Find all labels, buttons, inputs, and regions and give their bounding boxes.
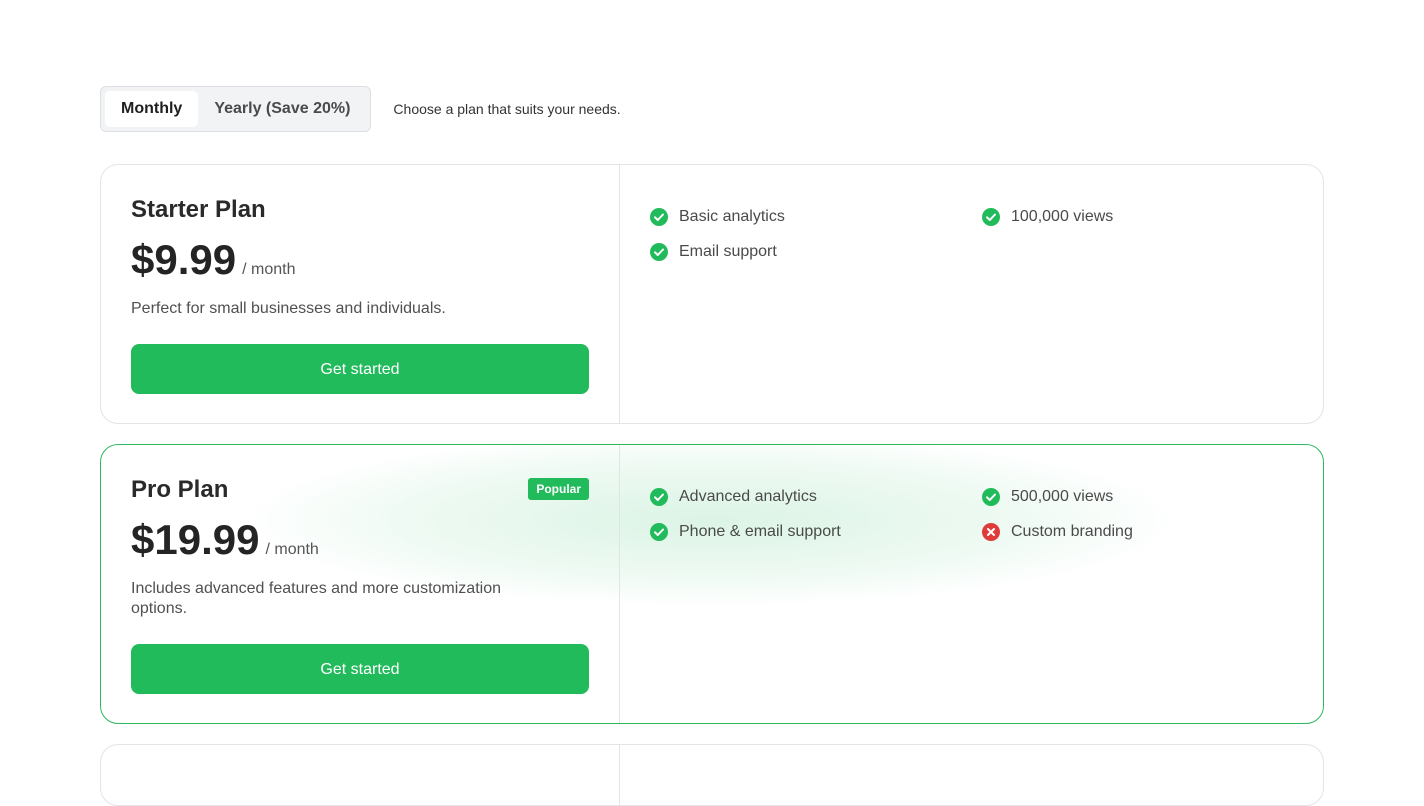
plan-price: $9.99 bbox=[131, 236, 237, 283]
plan-description: Perfect for small businesses and individ… bbox=[131, 300, 446, 317]
plan-summary: Starter Plan $9.99 / month Perfect for s… bbox=[101, 165, 620, 423]
get-started-button[interactable]: Get started bbox=[131, 644, 589, 694]
price-row: $19.99 / month bbox=[131, 515, 589, 565]
feature-label: Basic analytics bbox=[679, 208, 785, 225]
price-row: $9.99 / month bbox=[131, 235, 589, 285]
plan-card-next bbox=[100, 744, 1324, 806]
plan-name: Pro Plan bbox=[131, 476, 229, 503]
check-circle-icon bbox=[982, 208, 1000, 226]
get-started-button[interactable]: Get started bbox=[131, 344, 589, 394]
feature-item: 500,000 views bbox=[982, 487, 1282, 507]
toggle-caption: Choose a plan that suits your needs. bbox=[393, 101, 621, 117]
feature-item: Phone & email support bbox=[650, 522, 982, 542]
plan-name: Starter Plan bbox=[131, 196, 266, 223]
billing-toggle: Monthly Yearly (Save 20%) bbox=[100, 86, 372, 132]
feature-label: Email support bbox=[679, 243, 777, 260]
feature-label: Advanced analytics bbox=[679, 488, 817, 505]
plan-features bbox=[620, 745, 1323, 805]
feature-item: Custom branding bbox=[982, 522, 1282, 542]
feature-label: Phone & email support bbox=[679, 523, 841, 540]
plan-card-starter: Starter Plan $9.99 / month Perfect for s… bbox=[100, 164, 1324, 424]
feature-item: Advanced analytics bbox=[650, 487, 982, 507]
toggle-monthly[interactable]: Monthly bbox=[105, 91, 199, 127]
popular-badge: Popular bbox=[528, 478, 589, 500]
x-circle-icon bbox=[982, 523, 1000, 541]
check-circle-icon bbox=[650, 208, 668, 226]
check-circle-icon bbox=[650, 488, 668, 506]
plan-summary: Pro Plan Popular $19.99 / month Includes… bbox=[101, 445, 620, 723]
feature-label: Custom branding bbox=[1011, 523, 1133, 540]
feature-label: 500,000 views bbox=[1011, 488, 1114, 505]
check-circle-icon bbox=[650, 243, 668, 261]
feature-label: 100,000 views bbox=[1011, 208, 1114, 225]
feature-item: 100,000 views bbox=[982, 207, 1282, 227]
plan-period: / month bbox=[265, 541, 319, 558]
plan-features: Basic analytics 100,000 views Email supp… bbox=[620, 165, 1323, 423]
check-circle-icon bbox=[650, 523, 668, 541]
toggle-yearly[interactable]: Yearly (Save 20%) bbox=[198, 91, 366, 127]
feature-item: Basic analytics bbox=[650, 207, 982, 227]
plan-card-pro: Pro Plan Popular $19.99 / month Includes… bbox=[100, 444, 1324, 724]
feature-item: Email support bbox=[650, 242, 982, 262]
plan-summary bbox=[101, 745, 620, 805]
plan-price: $19.99 bbox=[131, 516, 260, 563]
billing-toggle-row: Monthly Yearly (Save 20%) Choose a plan … bbox=[100, 86, 621, 132]
plan-description: Includes advanced features and more cust… bbox=[131, 580, 501, 617]
check-circle-icon bbox=[982, 488, 1000, 506]
plan-features: Advanced analytics 500,000 views Phone &… bbox=[620, 445, 1323, 723]
plan-period: / month bbox=[242, 261, 296, 278]
